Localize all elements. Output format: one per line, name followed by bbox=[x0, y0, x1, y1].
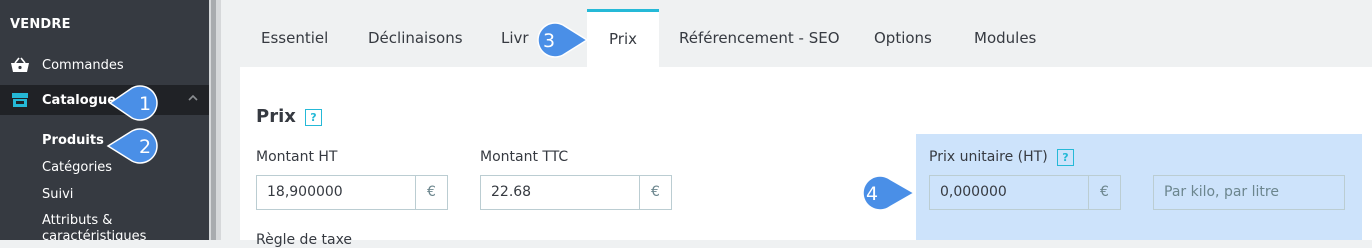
sidebar-item-label: Catalogue bbox=[42, 92, 117, 108]
callout-3: 3 bbox=[537, 22, 589, 58]
callout-4: 4 bbox=[862, 175, 916, 211]
price-ttc-label: Montant TTC bbox=[480, 149, 569, 165]
currency-addon: € bbox=[1088, 176, 1120, 209]
currency-addon: € bbox=[639, 176, 671, 209]
callout-1: 1 bbox=[108, 85, 158, 121]
sidebar-divider bbox=[209, 0, 221, 240]
tab-pricing[interactable]: Prix bbox=[587, 9, 659, 70]
help-icon[interactable]: ? bbox=[305, 109, 322, 126]
unit-price-label: Prix unitaire (HT) bbox=[929, 149, 1048, 165]
callout-number: 2 bbox=[139, 136, 151, 158]
tab-modules[interactable]: Modules bbox=[974, 10, 1036, 67]
sidebar-subitem-attributes[interactable]: Attributs & bbox=[42, 213, 112, 228]
sidebar-item-catalog[interactable]: Catalogue bbox=[0, 85, 209, 115]
sidebar-subitem-products[interactable]: Produits bbox=[42, 133, 104, 148]
tab-options[interactable]: Options bbox=[874, 10, 932, 67]
price-ht-input[interactable]: 18,900000 bbox=[257, 176, 415, 209]
chevron-up-icon bbox=[187, 92, 199, 108]
callout-number: 3 bbox=[543, 30, 555, 52]
tab-essential[interactable]: Essentiel bbox=[261, 10, 328, 67]
sidebar-item-label: Commandes bbox=[42, 57, 124, 73]
unit-input[interactable]: Par kilo, par litre bbox=[1154, 176, 1344, 209]
sidebar-subitem-tracking[interactable]: Suivi bbox=[42, 187, 73, 202]
sidebar-subitem-categories[interactable]: Catégories bbox=[42, 160, 112, 175]
sidebar: VENDRE Commandes Catalogue Produits Caté… bbox=[0, 0, 209, 240]
unit-price-field[interactable]: 0,000000 € bbox=[929, 175, 1121, 210]
callout-number: 4 bbox=[866, 183, 878, 205]
basket-icon bbox=[10, 56, 30, 74]
sidebar-subitem-attributes-2[interactable]: caractéristiques bbox=[42, 229, 146, 240]
callout-number: 1 bbox=[139, 93, 151, 115]
sidebar-section-title: VENDRE bbox=[10, 17, 71, 32]
sidebar-item-orders[interactable]: Commandes bbox=[0, 50, 209, 80]
unit-price-input[interactable]: 0,000000 bbox=[930, 176, 1088, 209]
unit-field[interactable]: Par kilo, par litre bbox=[1153, 175, 1345, 210]
price-ht-label: Montant HT bbox=[256, 149, 338, 165]
price-ttc-input[interactable]: 22.68 bbox=[481, 176, 639, 209]
tax-rule-label: Règle de taxe bbox=[256, 232, 353, 248]
tab-combinations[interactable]: Déclinaisons bbox=[368, 10, 463, 67]
callout-2: 2 bbox=[106, 128, 158, 164]
section-title: Prix bbox=[256, 106, 296, 127]
price-ttc-field[interactable]: 22.68 € bbox=[480, 175, 672, 210]
product-tabs: Essentiel Déclinaisons Livr Prix Référen… bbox=[221, 0, 1372, 70]
help-icon[interactable]: ? bbox=[1057, 149, 1074, 166]
tab-seo[interactable]: Référencement - SEO bbox=[679, 10, 840, 67]
store-icon bbox=[10, 91, 30, 109]
price-ht-field[interactable]: 18,900000 € bbox=[256, 175, 448, 210]
currency-addon: € bbox=[415, 176, 447, 209]
